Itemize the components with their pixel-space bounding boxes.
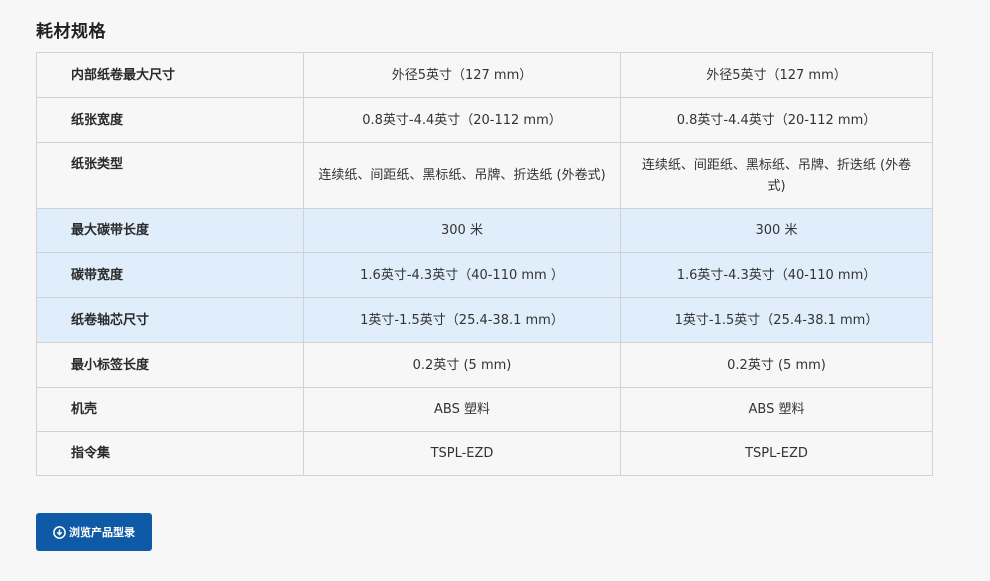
browse-catalog-label: 浏览产品型录 [69, 526, 135, 539]
row-value: 外径5英寸（127 mm） [620, 52, 933, 98]
row-value: ABS 塑料 [303, 387, 621, 432]
row-value: 0.8英寸-4.4英寸（20-112 mm） [303, 97, 621, 143]
table-row: 纸张类型 连续纸、间距纸、黑标纸、吊牌、折迭纸 (外卷式) 连续纸、间距纸、黑标… [36, 142, 933, 209]
page: 耗材规格 内部纸卷最大尺寸 外径5英寸（127 mm） 外径5英寸（127 mm… [0, 0, 990, 581]
download-circle-icon [53, 525, 66, 539]
table-row: 内部纸卷最大尺寸 外径5英寸（127 mm） 外径5英寸（127 mm） [36, 52, 933, 98]
row-value: 300 米 [620, 208, 933, 253]
row-label: 机壳 [36, 387, 304, 432]
row-value: 1.6英寸-4.3英寸（40-110 mm ） [303, 252, 621, 298]
row-value: 0.2英寸 (5 mm) [303, 342, 621, 388]
row-label: 纸张类型 [36, 142, 304, 209]
row-label: 指令集 [36, 431, 304, 476]
row-value: TSPL-EZD [303, 431, 621, 476]
consumables-spec-table: 内部纸卷最大尺寸 外径5英寸（127 mm） 外径5英寸（127 mm） 纸张宽… [36, 52, 933, 476]
table-row: 机壳 ABS 塑料 ABS 塑料 [36, 387, 933, 432]
row-label: 纸卷轴芯尺寸 [36, 297, 304, 343]
row-value: TSPL-EZD [620, 431, 933, 476]
row-value: 300 米 [303, 208, 621, 253]
row-value: 外径5英寸（127 mm） [303, 52, 621, 98]
table-row: 纸卷轴芯尺寸 1英寸-1.5英寸（25.4-38.1 mm） 1英寸-1.5英寸… [36, 297, 933, 343]
row-value: 1英寸-1.5英寸（25.4-38.1 mm） [620, 297, 933, 343]
browse-catalog-button[interactable]: 浏览产品型录 [36, 513, 152, 551]
table-row: 最小标签长度 0.2英寸 (5 mm) 0.2英寸 (5 mm) [36, 342, 933, 388]
table-row: 纸张宽度 0.8英寸-4.4英寸（20-112 mm） 0.8英寸-4.4英寸（… [36, 97, 933, 143]
row-value: 1.6英寸-4.3英寸（40-110 mm） [620, 252, 933, 298]
row-label: 最大碳带长度 [36, 208, 304, 253]
row-label: 碳带宽度 [36, 252, 304, 298]
row-value: 连续纸、间距纸、黑标纸、吊牌、折迭纸 (外卷式) [620, 142, 933, 209]
table-row: 碳带宽度 1.6英寸-4.3英寸（40-110 mm ） 1.6英寸-4.3英寸… [36, 252, 933, 298]
row-value: 1英寸-1.5英寸（25.4-38.1 mm） [303, 297, 621, 343]
row-label: 最小标签长度 [36, 342, 304, 388]
table-row: 指令集 TSPL-EZD TSPL-EZD [36, 431, 933, 476]
row-value: ABS 塑料 [620, 387, 933, 432]
table-row: 最大碳带长度 300 米 300 米 [36, 208, 933, 253]
row-value: 连续纸、间距纸、黑标纸、吊牌、折迭纸 (外卷式) [303, 142, 621, 209]
section-title: 耗材规格 [36, 22, 106, 42]
row-label: 纸张宽度 [36, 97, 304, 143]
row-label: 内部纸卷最大尺寸 [36, 52, 304, 98]
row-value: 0.2英寸 (5 mm) [620, 342, 933, 388]
row-value: 0.8英寸-4.4英寸（20-112 mm） [620, 97, 933, 143]
